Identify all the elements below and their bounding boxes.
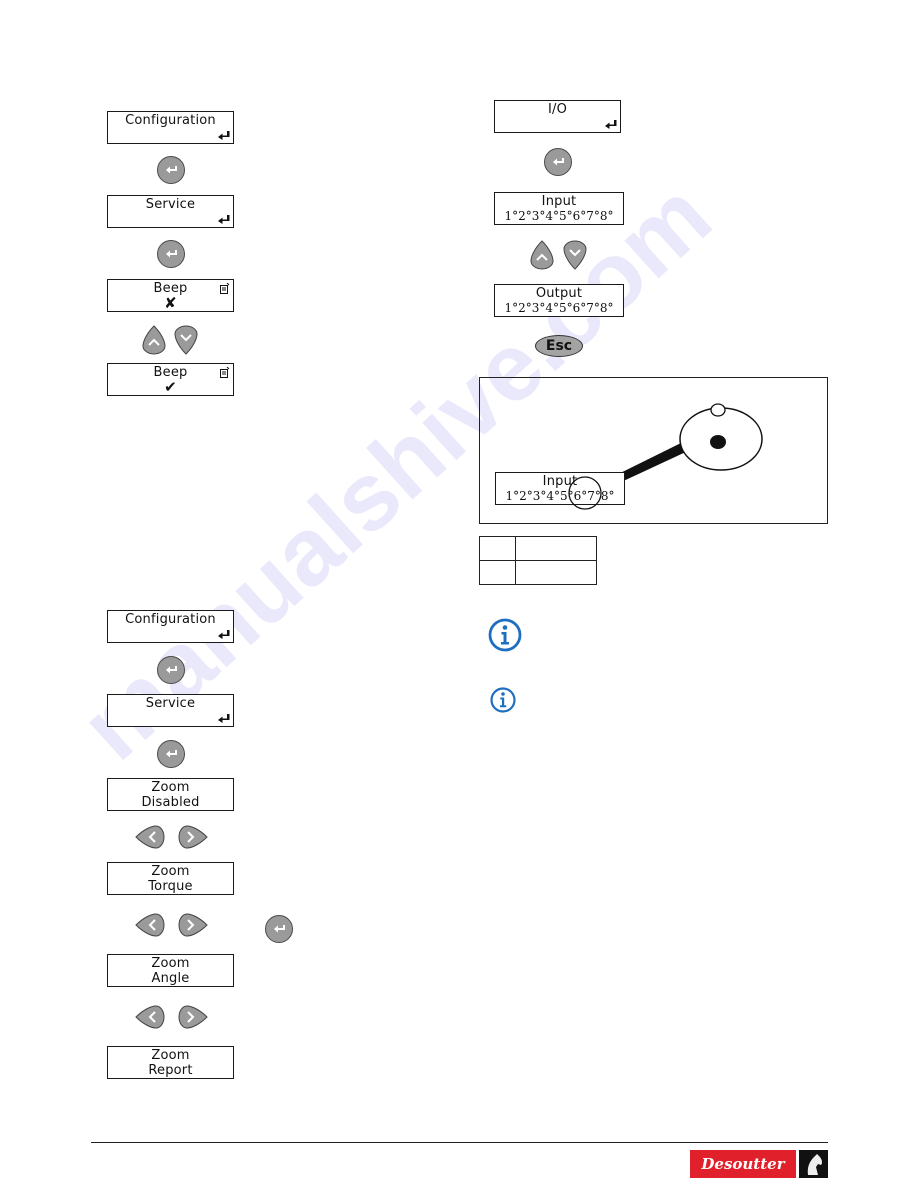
lcd-line2: Report <box>148 1063 193 1078</box>
lcd-screen-service: Service <box>107 195 234 228</box>
lcd-line1: Zoom <box>151 1048 190 1063</box>
lcd-line2: Angle <box>151 971 190 986</box>
down-arrow-key[interactable] <box>174 325 198 355</box>
up-arrow-key[interactable] <box>530 240 554 270</box>
lcd-line1: Configuration <box>125 113 216 128</box>
enter-key[interactable] <box>544 148 572 176</box>
table-cell <box>515 536 597 561</box>
lcd-line1: Zoom <box>151 780 190 795</box>
info-icon <box>488 618 522 652</box>
enter-icon <box>218 714 230 723</box>
table-row <box>479 536 597 561</box>
lcd-screen-input: Input 1°2°3°4°5°6°7°8° <box>494 192 624 225</box>
esc-key[interactable]: Esc <box>535 335 583 357</box>
io-digits: 1°2°3°4°5°6°7°8° <box>504 209 614 223</box>
lcd-screen-output: Output 1°2°3°4°5°6°7°8° <box>494 284 624 317</box>
table-cell <box>479 536 516 561</box>
lcd-line2: Disabled <box>141 795 200 810</box>
io-digits: 1°2°3°4°5°6°7°8° <box>504 301 614 315</box>
state-legend-table <box>479 536 597 585</box>
lcd-line1: Input <box>541 194 577 209</box>
io-state-figure: Input 1°2°3°4°5°6°7°8° <box>479 377 828 524</box>
menu-edit-icon <box>220 367 230 378</box>
up-arrow-key[interactable] <box>142 325 166 355</box>
right-arrow-key[interactable] <box>176 913 208 937</box>
filled-circle-state <box>710 435 726 449</box>
lcd-screen-service: Service <box>107 694 234 727</box>
lcd-line1: Service <box>145 696 196 711</box>
lcd-screen-zoom-angle: Zoom Angle <box>107 954 234 987</box>
info-icon <box>490 687 516 713</box>
horse-head-icon <box>799 1150 828 1178</box>
lcd-screen-zoom-torque: Zoom Torque <box>107 862 234 895</box>
cross-mark-icon: ✘ <box>164 294 177 312</box>
enter-icon <box>218 215 230 224</box>
lcd-screen-io: I/O <box>494 100 621 133</box>
lcd-screen-beep-off: Beep ✘ <box>107 279 234 312</box>
magnified-region-circle <box>568 476 602 510</box>
left-arrow-key[interactable] <box>135 825 167 849</box>
brand-wordmark: Desoutter <box>690 1150 796 1178</box>
table-row <box>479 560 597 585</box>
enter-icon <box>218 131 230 140</box>
lcd-line1: Service <box>145 197 196 212</box>
lcd-line1: Zoom <box>151 956 190 971</box>
table-cell <box>515 560 597 585</box>
left-arrow-key[interactable] <box>135 1005 167 1029</box>
desoutter-logo: Desoutter <box>690 1150 828 1178</box>
check-mark-icon: ✔ <box>164 378 177 396</box>
right-arrow-key[interactable] <box>176 825 208 849</box>
enter-key[interactable] <box>157 656 185 684</box>
right-arrow-key[interactable] <box>176 1005 208 1029</box>
enter-icon <box>605 120 617 129</box>
footer-divider <box>91 1142 828 1143</box>
enter-key[interactable] <box>157 156 185 184</box>
lcd-screen-beep-on: Beep ✔ <box>107 363 234 396</box>
lcd-line1: I/O <box>547 102 568 117</box>
lcd-line1: Configuration <box>125 612 216 627</box>
left-arrow-key[interactable] <box>135 913 167 937</box>
lcd-screen-zoom-disabled: Zoom Disabled <box>107 778 234 811</box>
lcd-line2: Torque <box>148 879 193 894</box>
table-cell <box>479 560 516 585</box>
enter-key[interactable] <box>157 240 185 268</box>
down-arrow-key[interactable] <box>563 240 587 270</box>
lcd-screen-zoom-report: Zoom Report <box>107 1046 234 1079</box>
enter-key[interactable] <box>265 915 293 943</box>
lcd-line1: Output <box>535 286 583 301</box>
lcd-screen-configuration: Configuration <box>107 610 234 643</box>
enter-icon <box>218 630 230 639</box>
lcd-line1: Zoom <box>151 864 190 879</box>
menu-edit-icon <box>220 283 230 294</box>
enter-key[interactable] <box>157 740 185 768</box>
open-circle-state <box>710 403 726 417</box>
lcd-screen-configuration: Configuration <box>107 111 234 144</box>
